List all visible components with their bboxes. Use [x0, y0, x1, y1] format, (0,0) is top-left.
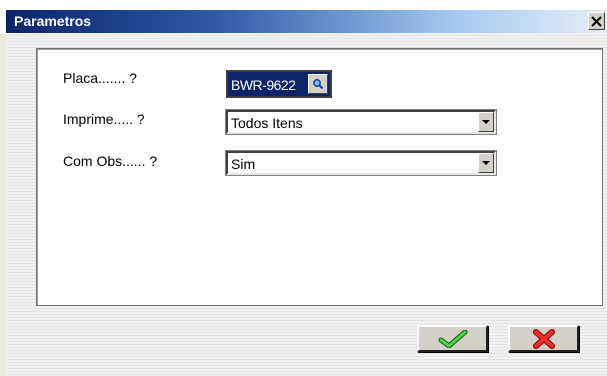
- close-icon: [591, 15, 602, 27]
- chevron-down-icon: [482, 161, 490, 165]
- placa-search-button[interactable]: [308, 74, 328, 94]
- check-icon: [438, 329, 467, 348]
- com-obs-value: Sim: [231, 156, 256, 172]
- close-button[interactable]: [588, 12, 605, 30]
- imprime-select[interactable]: Todos Itens: [225, 109, 497, 135]
- com-obs-label: Com Obs...... ?: [63, 153, 158, 169]
- ok-button[interactable]: [417, 325, 488, 352]
- com-obs-dropdown-button[interactable]: [478, 153, 494, 173]
- imprime-value: Todos Itens: [231, 115, 303, 131]
- imprime-dropdown-button[interactable]: [478, 112, 494, 132]
- window-title: Parametros: [14, 13, 92, 29]
- imprime-label: Imprime..... ?: [63, 111, 145, 127]
- search-icon: [313, 79, 324, 90]
- x-icon: [532, 328, 555, 349]
- title-bar-fill: [6, 10, 607, 33]
- title-bar[interactable]: Parametros: [0, 0, 607, 34]
- placa-label: Placa....... ?: [63, 70, 137, 86]
- placa-value: BWR-9622: [231, 77, 296, 93]
- cancel-button[interactable]: [508, 325, 579, 352]
- com-obs-select[interactable]: Sim: [225, 150, 497, 176]
- chevron-down-icon: [482, 120, 490, 124]
- placa-input[interactable]: BWR-9622: [226, 70, 332, 98]
